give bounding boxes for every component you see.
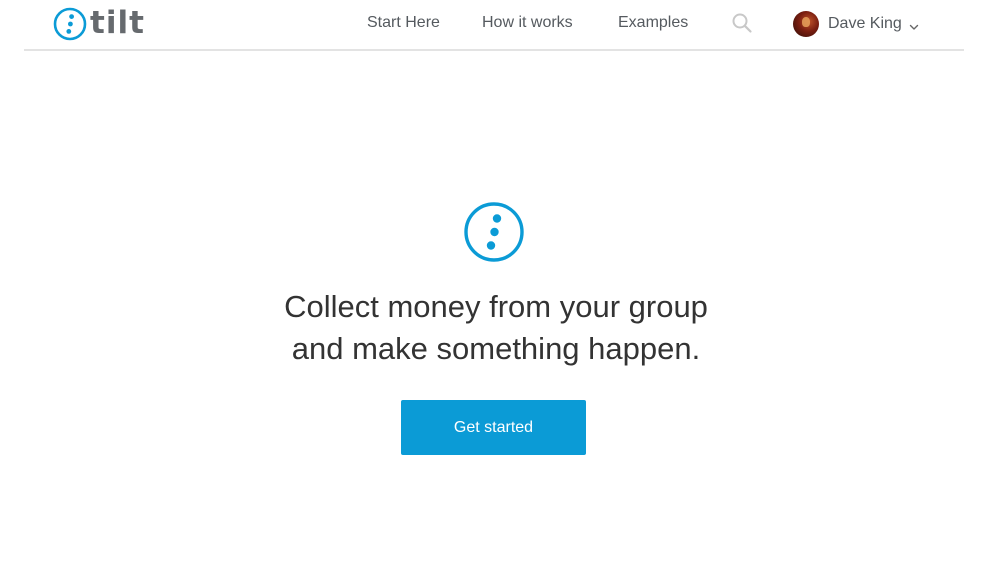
- hero-headline: Collect money from your group and make s…: [196, 286, 796, 370]
- tilt-dots-icon: [53, 7, 87, 41]
- get-started-button[interactable]: Get started: [401, 400, 586, 455]
- tilt-logo[interactable]: tilt: [53, 5, 145, 41]
- chevron-down-icon: [909, 24, 919, 30]
- top-navigation-bar: tilt Start Here How it works Examples Da…: [24, 0, 964, 51]
- brand-name: tilt: [90, 5, 145, 41]
- avatar: [793, 10, 819, 37]
- nav-how-it-works[interactable]: How it works: [482, 13, 573, 33]
- nav-examples[interactable]: Examples: [618, 13, 688, 33]
- user-menu[interactable]: Dave King: [793, 10, 920, 37]
- tilt-dots-icon: [464, 202, 524, 262]
- headline-line-2: and make something happen.: [291, 331, 701, 366]
- search-icon[interactable]: [731, 12, 753, 34]
- nav-start-here[interactable]: Start Here: [367, 13, 440, 33]
- user-name: Dave King: [828, 14, 902, 32]
- headline-line-1: Collect money from your group: [284, 289, 708, 324]
